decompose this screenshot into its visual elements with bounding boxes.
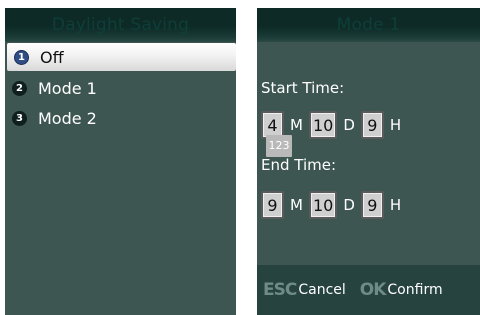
end-time-row: 9 M 10 D 9 H (261, 189, 407, 221)
day-unit-label: D (343, 196, 355, 214)
start-day-input[interactable]: 10 (308, 111, 338, 139)
hour-unit-label: H (389, 116, 402, 134)
menu-item-label: Off (40, 47, 64, 67)
start-time-label: Start Time: (261, 79, 345, 97)
mode-1-screen: Mode 1 Start Time: 4 M 10 D 9 H 123 End … (257, 8, 480, 315)
end-hour-input[interactable]: 9 (360, 191, 384, 219)
confirm-label[interactable]: Confirm (387, 282, 442, 298)
hour-unit-label: H (389, 196, 402, 214)
screen-title: Daylight Saving (5, 8, 236, 42)
menu-item-label: Mode 2 (38, 108, 97, 128)
cancel-label[interactable]: Cancel (298, 282, 345, 298)
menu-item-mode-2[interactable]: 3 Mode 2 (5, 104, 236, 132)
menu-item-mode-1[interactable]: 2 Mode 1 (5, 74, 236, 102)
esc-key-icon[interactable]: ESC (263, 280, 297, 300)
number-badge: 2 (12, 80, 27, 96)
input-mode-indicator: 123 (266, 135, 292, 157)
softkey-bar: ESC Cancel OK Confirm (257, 265, 480, 315)
menu-item-label: Mode 1 (38, 78, 97, 98)
month-unit-label: M (290, 196, 303, 214)
ok-key-icon[interactable]: OK (360, 280, 387, 300)
screen-title: Mode 1 (257, 8, 480, 42)
end-day-input[interactable]: 10 (308, 191, 338, 219)
end-time-label: End Time: (261, 156, 337, 174)
number-badge: 1 (14, 49, 29, 65)
daylight-saving-screen: Daylight Saving 1 Off 2 Mode 1 3 Mode 2 (5, 8, 236, 315)
day-unit-label: D (343, 116, 355, 134)
start-hour-input[interactable]: 9 (360, 111, 384, 139)
end-month-input[interactable]: 9 (261, 191, 284, 219)
number-badge: 3 (12, 110, 27, 126)
menu-item-off[interactable]: 1 Off (7, 43, 236, 71)
month-unit-label: M (290, 116, 303, 134)
